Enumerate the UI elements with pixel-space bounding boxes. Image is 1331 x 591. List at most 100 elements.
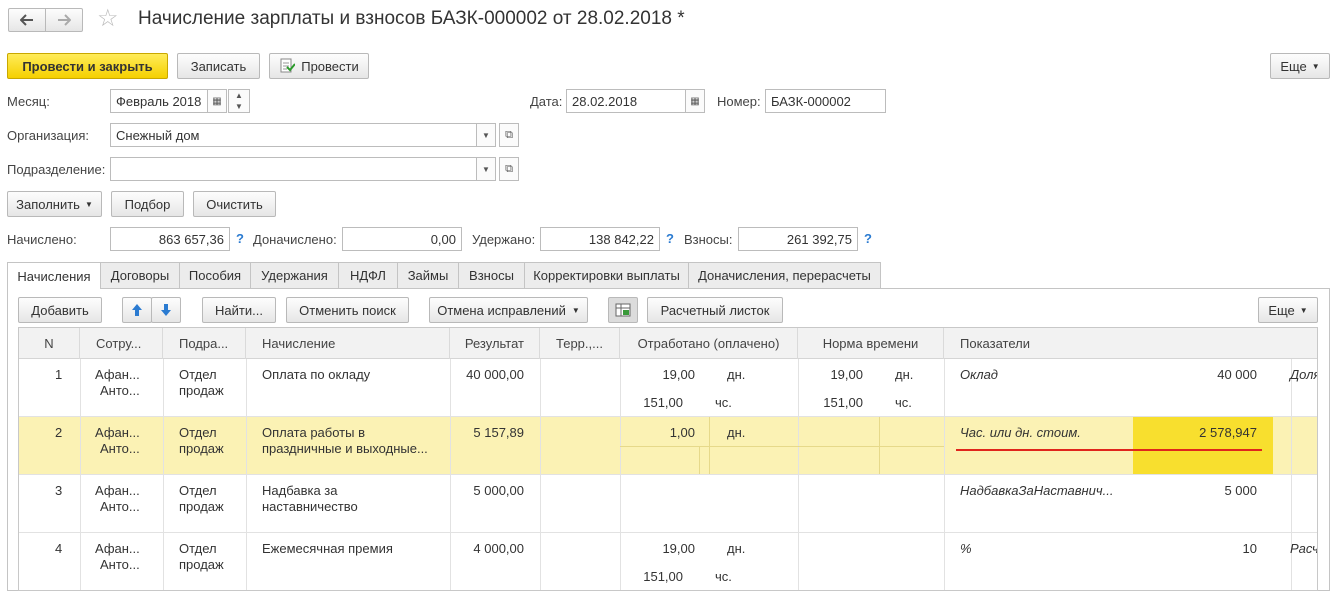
show-indicators-toggle[interactable] — [608, 297, 638, 323]
indicator-extra: Доля — [1290, 367, 1318, 382]
month-stepper[interactable]: ▲ ▼ — [228, 89, 250, 113]
department-name: Отдел — [179, 367, 217, 382]
norm-hours: 151,00 — [823, 395, 863, 410]
add-button[interactable]: Добавить — [18, 297, 102, 323]
department-name: Отдел — [179, 541, 217, 556]
result-value: 5 157,89 — [473, 425, 524, 440]
department-name: Отдел — [179, 483, 217, 498]
tab-benefits[interactable]: Пособия — [179, 262, 251, 288]
page-title: Начисление зарплаты и взносов БАЗК-00000… — [138, 8, 685, 29]
col-indicators[interactable]: Показатели — [944, 328, 1317, 359]
tab-accruals[interactable]: Начисления — [7, 262, 101, 289]
worked-hours: 151,00 — [643, 395, 683, 410]
arrow-up-icon — [132, 304, 142, 316]
worked-days-unit: дн. — [727, 425, 746, 440]
forward-button[interactable] — [45, 8, 83, 32]
col-employee[interactable]: Сотру... — [80, 328, 163, 359]
col-result[interactable]: Результат — [450, 328, 540, 359]
chevron-down-icon: ▼ — [1311, 61, 1320, 71]
favorite-star-icon[interactable]: ☆ — [97, 6, 119, 32]
table-settings-icon — [615, 303, 631, 317]
move-up-button[interactable] — [122, 297, 152, 323]
contributions-field: 261 392,75 — [738, 227, 858, 251]
payslip-button[interactable]: Расчетный листок — [647, 297, 783, 323]
worked-hours-unit: чс. — [715, 395, 732, 410]
tab-contracts[interactable]: Договоры — [100, 262, 180, 288]
org-open-icon[interactable]: ⧉ — [499, 123, 519, 147]
row-number: 3 — [55, 483, 63, 498]
accruals-table[interactable]: N Сотру... Подра... Начисление Результат… — [18, 327, 1318, 591]
norm-days: 19,00 — [830, 367, 863, 382]
org-dropdown-icon[interactable]: ▼ — [476, 123, 496, 147]
indicator-extra: Расч — [1290, 541, 1318, 556]
col-accrual[interactable]: Начисление — [246, 328, 450, 359]
more-button[interactable]: Еще ▼ — [1270, 53, 1330, 79]
department-name-line2: продаж — [179, 383, 224, 398]
dept-open-icon[interactable]: ⧉ — [499, 157, 519, 181]
date-field[interactable]: 28.02.2018 — [566, 89, 686, 113]
indicator-value: 5 000 — [1224, 483, 1257, 498]
withheld-help-icon[interactable]: ? — [666, 231, 674, 246]
tab-recalculations[interactable]: Доначисления, перерасчеты — [688, 262, 881, 288]
norm-days-unit: дн. — [895, 367, 914, 382]
indicator-value: 2 578,947 — [1199, 425, 1257, 440]
clear-button[interactable]: Очистить — [193, 191, 276, 217]
department-label: Подразделение: — [7, 162, 106, 177]
result-value: 4 000,00 — [473, 541, 524, 556]
accrual-name: Надбавка за — [262, 483, 338, 498]
date-calendar-icon[interactable]: ▦ — [685, 89, 705, 113]
fill-button[interactable]: Заполнить ▼ — [7, 191, 102, 217]
chevron-down-icon: ▼ — [1299, 305, 1308, 315]
tab-ndfl[interactable]: НДФЛ — [338, 262, 398, 288]
back-button[interactable] — [8, 8, 46, 32]
col-worked[interactable]: Отработано (оплачено) — [620, 328, 798, 359]
contributions-help-icon[interactable]: ? — [864, 231, 872, 246]
col-n[interactable]: N — [19, 328, 80, 359]
arrow-down-icon — [161, 304, 171, 316]
accrued-field: 863 657,36 — [110, 227, 230, 251]
department-field[interactable] — [110, 157, 477, 181]
select-button[interactable]: Подбор — [111, 191, 184, 217]
month-field[interactable]: Февраль 2018 — [110, 89, 208, 113]
col-norm[interactable]: Норма времени — [798, 328, 944, 359]
accrual-name-line2: наставничество — [262, 499, 358, 514]
cancel-corrections-button[interactable]: Отмена исправлений ▼ — [429, 297, 588, 323]
indicator-name: Оклад — [960, 367, 998, 382]
table-row[interactable]: 1 Афан... Анто... Отдел продаж Оплата по… — [19, 359, 1317, 417]
tab-loans[interactable]: Займы — [397, 262, 459, 288]
number-field[interactable]: БАЗК-000002 — [765, 89, 886, 113]
table-row[interactable]: 4 Афан... Анто... Отдел продаж Ежемесячн… — [19, 533, 1318, 590]
col-territory[interactable]: Терр.,... — [540, 328, 620, 359]
grid-more-button[interactable]: Еще ▼ — [1258, 297, 1318, 323]
month-label: Месяц: — [7, 94, 50, 109]
cancel-search-button[interactable]: Отменить поиск — [286, 297, 409, 323]
accrual-name: Оплата работы в — [262, 425, 365, 440]
grid-more-label: Еще — [1268, 302, 1295, 318]
accrual-name: Оплата по окладу — [262, 367, 371, 382]
find-button[interactable]: Найти... — [202, 297, 276, 323]
department-name-line2: продаж — [179, 441, 224, 456]
table-row[interactable]: 3 Афан... Анто... Отдел продаж Надбавка … — [19, 475, 1317, 533]
worked-days: 19,00 — [662, 367, 695, 382]
indicator-name: НадбавкаЗаНаставнич... — [960, 483, 1114, 498]
indicator-name: Час. или дн. стоим. — [960, 425, 1081, 440]
calendar-icon[interactable]: ▦ — [207, 89, 227, 113]
more-button-label: Еще — [1280, 58, 1307, 74]
save-button[interactable]: Записать — [177, 53, 260, 79]
accrual-name-line2: праздничные и выходные... — [262, 441, 428, 456]
date-label: Дата: — [530, 94, 563, 109]
employee-name-line2: Анто... — [100, 557, 140, 572]
tab-deductions[interactable]: Удержания — [250, 262, 339, 288]
organization-field[interactable]: Снежный дом — [110, 123, 477, 147]
post-button[interactable]: Провести — [269, 53, 369, 79]
dept-dropdown-icon[interactable]: ▼ — [476, 157, 496, 181]
col-department[interactable]: Подра... — [163, 328, 246, 359]
tab-contributions[interactable]: Взносы — [458, 262, 525, 288]
move-down-button[interactable] — [151, 297, 181, 323]
indicator-value: 40 000 — [1217, 367, 1257, 382]
contributions-label: Взносы: — [684, 232, 733, 247]
accrued-help-icon[interactable]: ? — [236, 231, 244, 246]
chevron-down-icon: ▼ — [571, 305, 580, 315]
post-and-close-button[interactable]: Провести и закрыть — [7, 53, 168, 79]
tab-payment-corrections[interactable]: Корректировки выплаты — [524, 262, 689, 288]
